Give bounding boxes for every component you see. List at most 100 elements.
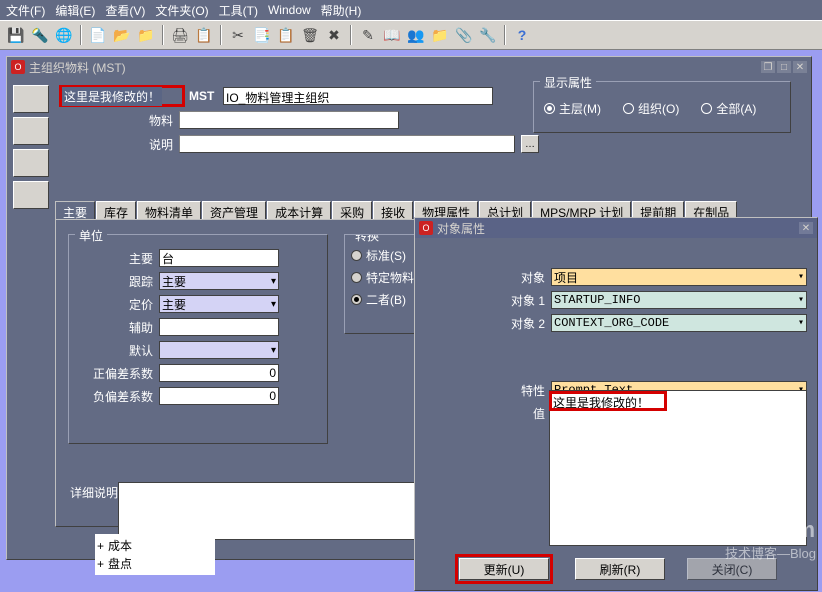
people-icon[interactable]: 👥 bbox=[406, 25, 426, 45]
aux-label: 辅助 bbox=[69, 319, 159, 336]
separator bbox=[80, 25, 82, 45]
obj2-combo[interactable]: CONTEXT_ORG_CODE bbox=[551, 314, 807, 332]
refresh-button[interactable]: 刷新(R) bbox=[575, 558, 665, 580]
cut-icon[interactable]: ✂ bbox=[228, 25, 248, 45]
property-dialog: O 对象属性 ✕ 对象项目 对象 1STARTUP_INFO 对象 2CONTE… bbox=[414, 217, 818, 591]
separator bbox=[350, 25, 352, 45]
globe-icon[interactable]: 🌐 bbox=[54, 25, 74, 45]
default-combo[interactable] bbox=[159, 341, 279, 359]
radio-org[interactable]: 组织(O) bbox=[623, 100, 679, 117]
obj-combo[interactable]: 项目 bbox=[551, 268, 807, 286]
price-label: 定价 bbox=[69, 296, 159, 313]
window-title: 主组织物料 (MST) bbox=[29, 59, 126, 76]
side-tab-4[interactable] bbox=[13, 181, 49, 209]
menu-folder[interactable]: 文件夹(O) bbox=[155, 2, 208, 19]
modified-label-highlight: 这里是我修改的！ bbox=[59, 85, 185, 107]
menu-view[interactable]: 查看(V) bbox=[105, 2, 145, 19]
conv-title: 转换 bbox=[351, 234, 383, 244]
track-label: 跟踪 bbox=[69, 273, 159, 290]
prop-title: 对象属性 bbox=[437, 220, 485, 237]
copy-icon[interactable]: 📑 bbox=[252, 25, 272, 45]
track-combo[interactable]: 主要 bbox=[159, 272, 279, 290]
obj-label: 对象 bbox=[425, 269, 551, 286]
details-label: 详细说明 bbox=[70, 484, 118, 501]
prop-buttons: 更新(U) 刷新(R) 关闭(C) bbox=[415, 554, 817, 584]
maximize-icon[interactable]: □ bbox=[777, 61, 791, 73]
tree-node-cost[interactable]: +成本 bbox=[97, 537, 213, 554]
val-label: 值 bbox=[425, 405, 551, 422]
desc-label: 说明 bbox=[119, 136, 179, 153]
help-icon[interactable]: ? bbox=[512, 25, 532, 45]
desc-input[interactable] bbox=[179, 135, 515, 153]
price-combo[interactable]: 主要 bbox=[159, 295, 279, 313]
toolbar: 💾 🔦 🌐 📄 📂 📁 🖨 📋 ✂ 📑 📋 🗑 ✖ ✎ 📖 👥 📁 📎 🔧 ? bbox=[0, 20, 822, 50]
oracle-icon: O bbox=[419, 221, 433, 235]
menu-tools[interactable]: 工具(T) bbox=[219, 2, 258, 19]
negdev-label: 负偏差系数 bbox=[69, 388, 159, 405]
org-field[interactable]: IO_物料管理主组织 bbox=[223, 87, 493, 105]
primary-input[interactable] bbox=[159, 249, 279, 267]
plus-icon: + bbox=[97, 539, 104, 553]
tools-icon[interactable]: 🔧 bbox=[478, 25, 498, 45]
posdev-label: 正偏差系数 bbox=[69, 365, 159, 382]
radio-all[interactable]: 全部(A) bbox=[701, 100, 756, 117]
tree: +成本 +盘点 bbox=[95, 534, 215, 575]
update-highlight: 更新(U) bbox=[455, 554, 553, 584]
preview-icon[interactable]: 📋 bbox=[194, 25, 214, 45]
side-tab-3[interactable] bbox=[13, 149, 49, 177]
aux-input[interactable] bbox=[159, 318, 279, 336]
attach-icon[interactable]: 📎 bbox=[454, 25, 474, 45]
mst-label: MST bbox=[189, 89, 214, 103]
paste-icon[interactable]: 📋 bbox=[276, 25, 296, 45]
close-icon[interactable]: ✕ bbox=[793, 61, 807, 73]
desc-lookup-button[interactable]: … bbox=[521, 135, 539, 153]
close-icon[interactable]: ✕ bbox=[799, 222, 813, 234]
val-value: 这里是我修改的！ bbox=[553, 394, 649, 411]
display-attr-title: 显示属性 bbox=[540, 74, 596, 91]
prop-titlebar: O 对象属性 ✕ bbox=[415, 218, 817, 238]
obj2-label: 对象 2 bbox=[425, 315, 551, 332]
obj1-combo[interactable]: STARTUP_INFO bbox=[551, 291, 807, 309]
tree-node-count[interactable]: +盘点 bbox=[97, 555, 213, 572]
close-button[interactable]: 关闭(C) bbox=[687, 558, 777, 580]
posdev-input[interactable] bbox=[159, 364, 279, 382]
side-tab-1[interactable] bbox=[13, 85, 49, 113]
delete-icon[interactable]: 🗑 bbox=[300, 25, 320, 45]
new-icon[interactable]: 📄 bbox=[88, 25, 108, 45]
folder-open-icon[interactable]: 📂 bbox=[112, 25, 132, 45]
menu-window[interactable]: Window bbox=[268, 3, 311, 17]
folder2-icon[interactable]: 📁 bbox=[430, 25, 450, 45]
separator bbox=[220, 25, 222, 45]
menu-file[interactable]: 文件(F) bbox=[6, 2, 45, 19]
negdev-input[interactable] bbox=[159, 387, 279, 405]
edit-icon[interactable]: ✎ bbox=[358, 25, 378, 45]
primary-label: 主要 bbox=[69, 250, 159, 267]
menu-edit[interactable]: 编辑(E) bbox=[55, 2, 95, 19]
unit-group: 单位 主要 跟踪主要 定价主要 辅助 默认 正偏差系数 负偏差系数 bbox=[68, 234, 328, 444]
side-tab-2[interactable] bbox=[13, 117, 49, 145]
update-button[interactable]: 更新(U) bbox=[459, 558, 549, 580]
window-controls: ❐ □ ✕ bbox=[761, 61, 811, 73]
val-textarea[interactable] bbox=[549, 390, 807, 546]
unit-title: 单位 bbox=[75, 227, 107, 244]
separator bbox=[162, 25, 164, 45]
restore-icon[interactable]: ❐ bbox=[761, 61, 775, 73]
menu-help[interactable]: 帮助(H) bbox=[321, 2, 362, 19]
display-attr-group: 显示属性 主层(M) 组织(O) 全部(A) bbox=[533, 81, 791, 133]
modified-label: 这里是我修改的！ bbox=[62, 87, 162, 106]
header-area: 这里是我修改的！ MST IO_物料管理主组织 物料 说明 … 显示属性 主层(… bbox=[55, 85, 801, 165]
search-icon[interactable]: 🔦 bbox=[30, 25, 50, 45]
material-input[interactable] bbox=[179, 111, 399, 129]
side-tabs bbox=[9, 85, 49, 209]
print-icon[interactable]: 🖨 bbox=[170, 25, 190, 45]
save-icon[interactable]: 💾 bbox=[6, 25, 26, 45]
plus-icon: + bbox=[97, 557, 104, 571]
default-label: 默认 bbox=[69, 342, 159, 359]
radio-master[interactable]: 主层(M) bbox=[544, 100, 601, 117]
oracle-icon: O bbox=[11, 60, 25, 74]
clear-icon[interactable]: ✖ bbox=[324, 25, 344, 45]
material-label: 物料 bbox=[119, 112, 179, 129]
window-titlebar: O 主组织物料 (MST) ❐ □ ✕ bbox=[7, 57, 811, 77]
book-icon[interactable]: 📖 bbox=[382, 25, 402, 45]
folder-icon[interactable]: 📁 bbox=[136, 25, 156, 45]
